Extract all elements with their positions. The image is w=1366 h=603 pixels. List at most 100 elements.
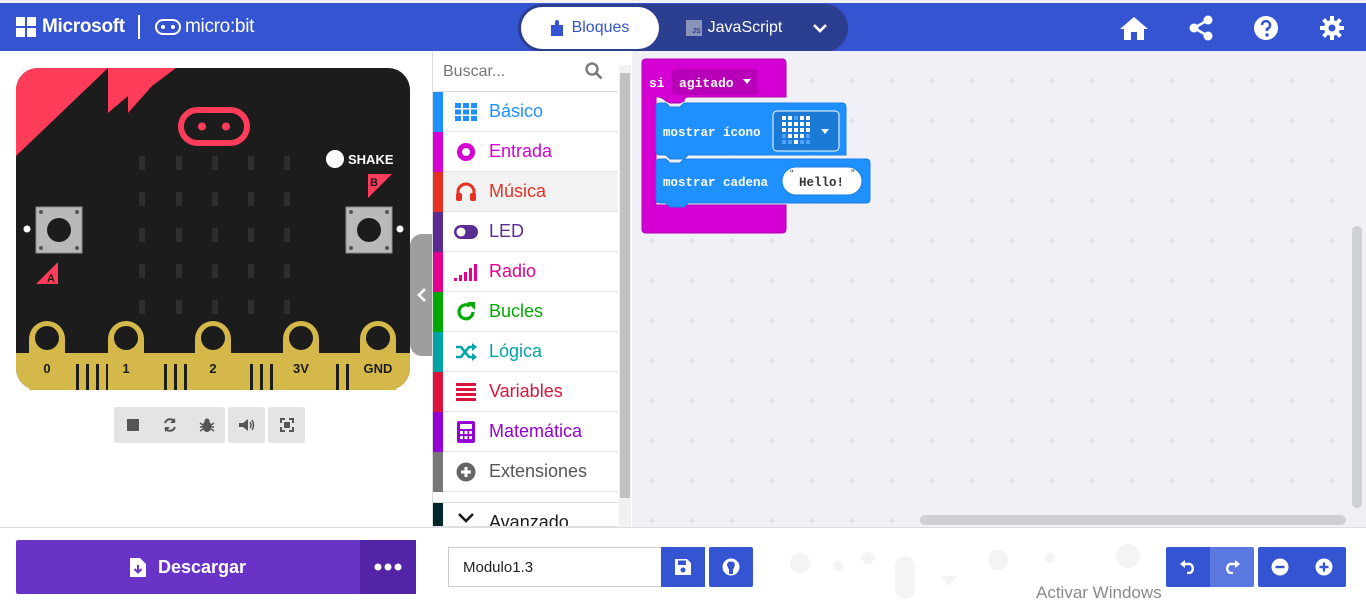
category-variables[interactable]: Variables	[433, 371, 618, 412]
undo-button[interactable]	[1166, 547, 1210, 587]
category-color	[433, 131, 443, 172]
category-math[interactable]: Matemática	[433, 411, 618, 452]
category-radio[interactable]: Radio	[433, 251, 618, 292]
editor-menu-button[interactable]	[800, 7, 840, 49]
project-name-input[interactable]	[448, 547, 662, 587]
download-button[interactable]: Descargar	[16, 540, 360, 594]
tab-javascript[interactable]: JS JavaScript	[678, 7, 790, 49]
pin-label-gnd: GND	[364, 361, 393, 376]
category-basic[interactable]: Básico	[433, 91, 618, 132]
loop-icon	[443, 301, 489, 323]
pin-3v[interactable]	[283, 321, 319, 390]
zoom-in-button[interactable]	[1302, 547, 1346, 587]
brand-divider	[138, 15, 140, 39]
debug-button[interactable]	[188, 407, 225, 443]
microbit-label: micro:bit	[185, 16, 255, 37]
bug-icon	[199, 418, 214, 432]
pin-2[interactable]	[195, 321, 231, 390]
show-string-label: mostrar cadena	[663, 176, 769, 190]
category-music[interactable]: Música	[433, 171, 618, 212]
fullscreen-button[interactable]	[268, 407, 305, 443]
category-extensions[interactable]: Extensiones	[433, 451, 618, 492]
block-stack: si agitado mostrar ícono mostrar cadena …	[641, 58, 871, 234]
search-icon	[585, 62, 603, 80]
workspace-vertical-scrollbar[interactable]	[1352, 226, 1362, 508]
category-label: Extensiones	[489, 461, 588, 481]
pin-label-3v: 3V	[293, 361, 309, 376]
category-advanced[interactable]: Avanzado	[433, 502, 618, 527]
category-label: Variables	[489, 381, 563, 401]
blocks-workspace[interactable]: si agitado mostrar ícono mostrar cadena …	[632, 51, 1366, 527]
top-bar: Microsoft micro:bit Bloques JS JavaScrip…	[0, 0, 1366, 52]
category-input[interactable]: Entrada	[433, 131, 618, 172]
gear-icon	[1320, 16, 1344, 40]
button-a[interactable]	[35, 206, 83, 254]
download-file-icon	[129, 557, 146, 577]
restart-button[interactable]	[151, 407, 188, 443]
refresh-icon	[163, 418, 176, 432]
shake-label: SHAKE	[348, 152, 394, 167]
workspace-horizontal-scrollbar[interactable]	[920, 515, 1346, 525]
download-options-button[interactable]	[360, 540, 416, 594]
zoom-out-button[interactable]	[1258, 547, 1302, 587]
bottom-bar: Descargar Activar Windows	[0, 527, 1366, 602]
pin-0[interactable]	[29, 321, 65, 390]
windows-activation-watermark: Activar Windows	[1036, 583, 1162, 602]
block-toolbox: Básico Entrada Música LED Radio	[432, 51, 632, 527]
simulator-audio	[228, 407, 265, 443]
settings-button[interactable]	[1316, 12, 1348, 44]
help-icon	[1254, 16, 1278, 40]
category-led[interactable]: LED	[433, 211, 618, 252]
minus-circle-icon	[1271, 558, 1289, 576]
microbit-board[interactable]: SHAKE A B 0 1 2 3V GND	[16, 68, 410, 390]
category-label: Música	[489, 181, 547, 201]
simulator-fullscreen	[268, 407, 305, 443]
simulator-toolbar	[114, 407, 305, 443]
category-color	[433, 171, 443, 212]
github-icon	[722, 558, 740, 576]
category-color	[433, 331, 443, 372]
microbit-logo[interactable]: micro:bit	[155, 3, 254, 51]
mute-button[interactable]	[228, 407, 265, 443]
simulator-panel: SHAKE A B 0 1 2 3V GND	[0, 51, 434, 527]
category-label: Radio	[489, 261, 537, 281]
toolbox-scrollbar-thumb[interactable]	[620, 73, 630, 498]
tab-javascript-label: JavaScript	[707, 19, 783, 36]
microsoft-logo[interactable]: Microsoft	[16, 3, 125, 51]
category-label: Bucles	[489, 301, 544, 321]
download-label: Descargar	[157, 556, 247, 577]
category-color	[433, 371, 443, 412]
microbit-logo-icon	[155, 19, 181, 35]
collapse-simulator-button[interactable]	[410, 234, 434, 356]
puzzle-icon	[550, 20, 563, 36]
plus-circle-icon	[443, 462, 489, 482]
save-button[interactable]	[661, 547, 705, 587]
category-loops[interactable]: Bucles	[433, 291, 618, 332]
share-button[interactable]	[1185, 12, 1217, 44]
shake-button[interactable]	[326, 150, 344, 168]
category-logic[interactable]: Lógica	[433, 331, 618, 372]
home-button[interactable]	[1118, 12, 1150, 44]
stop-button[interactable]	[114, 407, 151, 443]
string-value: Hello!	[799, 176, 844, 190]
redo-icon	[1226, 560, 1240, 574]
category-label: Avanzado	[489, 512, 569, 527]
button-b[interactable]	[345, 206, 393, 254]
pin-1[interactable]	[108, 321, 144, 390]
headphones-icon	[443, 182, 489, 202]
plus-circle-icon	[1315, 558, 1333, 576]
category-label: Entrada	[489, 141, 553, 161]
tab-blocks-label: Bloques	[571, 19, 630, 36]
pin-gnd[interactable]	[360, 321, 396, 390]
help-button[interactable]	[1250, 12, 1282, 44]
microsoft-logo-icon	[16, 17, 36, 37]
search-input[interactable]	[441, 59, 581, 85]
fullscreen-icon	[279, 418, 294, 432]
gesture-dropdown-label: agitado	[679, 76, 734, 91]
tab-blocks[interactable]: Bloques	[521, 7, 659, 49]
pin-label-0: 0	[43, 361, 50, 376]
redo-button[interactable]	[1210, 547, 1254, 587]
category-label: Básico	[489, 101, 544, 121]
toolbox-scrollbar[interactable]	[619, 65, 631, 527]
github-button[interactable]	[709, 547, 753, 587]
